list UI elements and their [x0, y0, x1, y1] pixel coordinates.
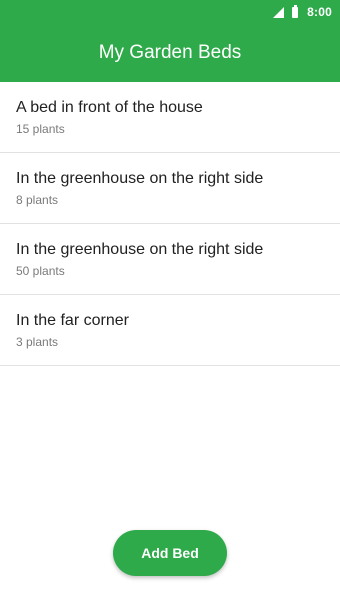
garden-bed-list: A bed in front of the house 15 plants In…: [0, 82, 340, 366]
page-title: My Garden Beds: [98, 42, 242, 63]
garden-bed-item[interactable]: In the greenhouse on the right side 8 pl…: [0, 153, 340, 224]
garden-beds-screen: 8:00 My Garden Beds A bed in front of th…: [0, 0, 340, 606]
status-bar: 8:00: [0, 0, 340, 24]
garden-bed-plant-count: 3 plants: [16, 335, 59, 349]
garden-bed-plant-count: 50 plants: [16, 264, 65, 278]
signal-icon: [273, 6, 285, 18]
app-bar: My Garden Beds: [0, 24, 340, 82]
garden-bed-item[interactable]: In the greenhouse on the right side 50 p…: [0, 224, 340, 295]
garden-bed-plant-count: 8 plants: [16, 193, 59, 207]
status-time: 8:00: [307, 5, 332, 19]
garden-bed-name: A bed in front of the house: [16, 99, 203, 116]
battery-icon: [292, 4, 299, 18]
add-bed-button[interactable]: Add Bed: [113, 530, 227, 576]
garden-bed-name: In the greenhouse on the right side: [16, 170, 264, 187]
garden-bed-name: In the far corner: [16, 312, 129, 329]
garden-bed-name: In the greenhouse on the right side: [16, 241, 264, 258]
garden-bed-item[interactable]: In the far corner 3 plants: [0, 295, 340, 366]
garden-bed-item[interactable]: A bed in front of the house 15 plants: [0, 82, 340, 153]
garden-bed-plant-count: 15 plants: [16, 122, 65, 136]
